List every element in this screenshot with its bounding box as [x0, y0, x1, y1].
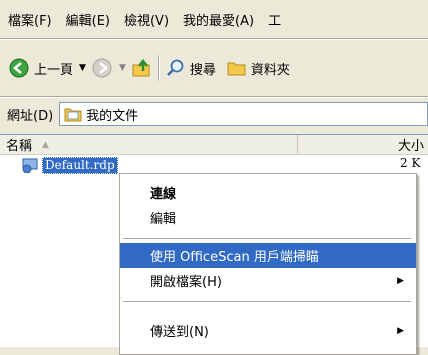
folders-label: 資料夾 — [250, 62, 290, 78]
file-name: Default.rdp — [42, 156, 118, 174]
my-documents-icon — [63, 104, 83, 124]
back-arrow-icon — [8, 57, 30, 79]
address-label: 網址(D) — [7, 108, 54, 124]
back-button[interactable]: 上一頁 — [8, 57, 73, 79]
back-label: 上一頁 — [34, 62, 74, 78]
menu-edit[interactable]: 編輯(E) — [59, 10, 117, 29]
context-officescan-scan[interactable]: 使用 OfficeScan 用戶端掃瞄 — [120, 243, 416, 268]
submenu-arrow-icon: ▶ — [397, 275, 404, 286]
file-row[interactable]: Default.rdp — [20, 156, 118, 174]
context-send-to[interactable]: 傳送到(N) ▶ — [120, 318, 416, 343]
search-label: 搜尋 — [189, 62, 216, 78]
toolbar-divider — [157, 55, 160, 81]
sort-ascending-icon: ▲ — [42, 139, 49, 150]
back-dropdown-icon[interactable]: ▼ — [79, 63, 86, 73]
context-officescan-label: 使用 OfficeScan 用戶端掃瞄 — [150, 250, 319, 265]
file-size: 2 K — [400, 156, 421, 170]
toolbar: 上一頁 ▼ ▼ 搜尋 資料夾 — [0, 40, 428, 96]
address-bar: 網址(D) 我的文件 — [0, 98, 428, 130]
context-open-with-label: 開啟檔案(H) — [150, 275, 222, 290]
forward-dropdown-icon[interactable]: ▼ — [119, 63, 126, 73]
remote-desktop-file-icon — [20, 156, 40, 174]
column-size-label: 大小 — [397, 139, 424, 154]
column-name-label: 名稱 — [6, 139, 33, 154]
column-size[interactable]: 大小 — [298, 135, 428, 154]
menu-favorites[interactable]: 我的最愛(A) — [176, 10, 261, 29]
up-folder-icon — [131, 57, 153, 79]
context-send-to-label: 傳送到(N) — [150, 325, 209, 340]
folder-icon — [226, 57, 248, 79]
column-name[interactable]: 名稱 ▲ — [0, 135, 298, 154]
context-separator — [123, 238, 411, 239]
context-edit-label: 編輯 — [150, 212, 177, 227]
menu-file[interactable]: 檔案(F) — [0, 10, 59, 29]
context-separator — [123, 301, 411, 302]
address-field[interactable]: 我的文件 — [59, 102, 428, 126]
menu-view[interactable]: 檢視(V) — [117, 10, 176, 29]
submenu-arrow-icon: ▶ — [397, 325, 404, 336]
up-folder-button[interactable] — [131, 57, 153, 79]
forward-arrow-icon — [91, 57, 113, 79]
menu-tools[interactable]: 工 — [261, 10, 288, 29]
context-connect[interactable]: 連線 — [120, 180, 416, 205]
search-icon — [165, 57, 187, 79]
context-connect-label: 連線 — [150, 187, 177, 202]
address-value: 我的文件 — [86, 108, 139, 124]
column-header: 名稱 ▲ 大小 — [0, 135, 428, 155]
folders-button[interactable]: 資料夾 — [226, 57, 290, 79]
context-menu: 連線 編輯 使用 OfficeScan 用戶端掃瞄 開啟檔案(H) ▶ 傳送到(… — [119, 173, 417, 355]
context-open-with[interactable]: 開啟檔案(H) ▶ — [120, 268, 416, 293]
forward-button[interactable] — [91, 57, 113, 79]
menu-bar: 檔案(F) 編輯(E) 檢視(V) 我的最愛(A) 工 — [0, 0, 428, 39]
search-button[interactable]: 搜尋 — [165, 57, 216, 79]
context-edit[interactable]: 編輯 — [120, 205, 416, 230]
